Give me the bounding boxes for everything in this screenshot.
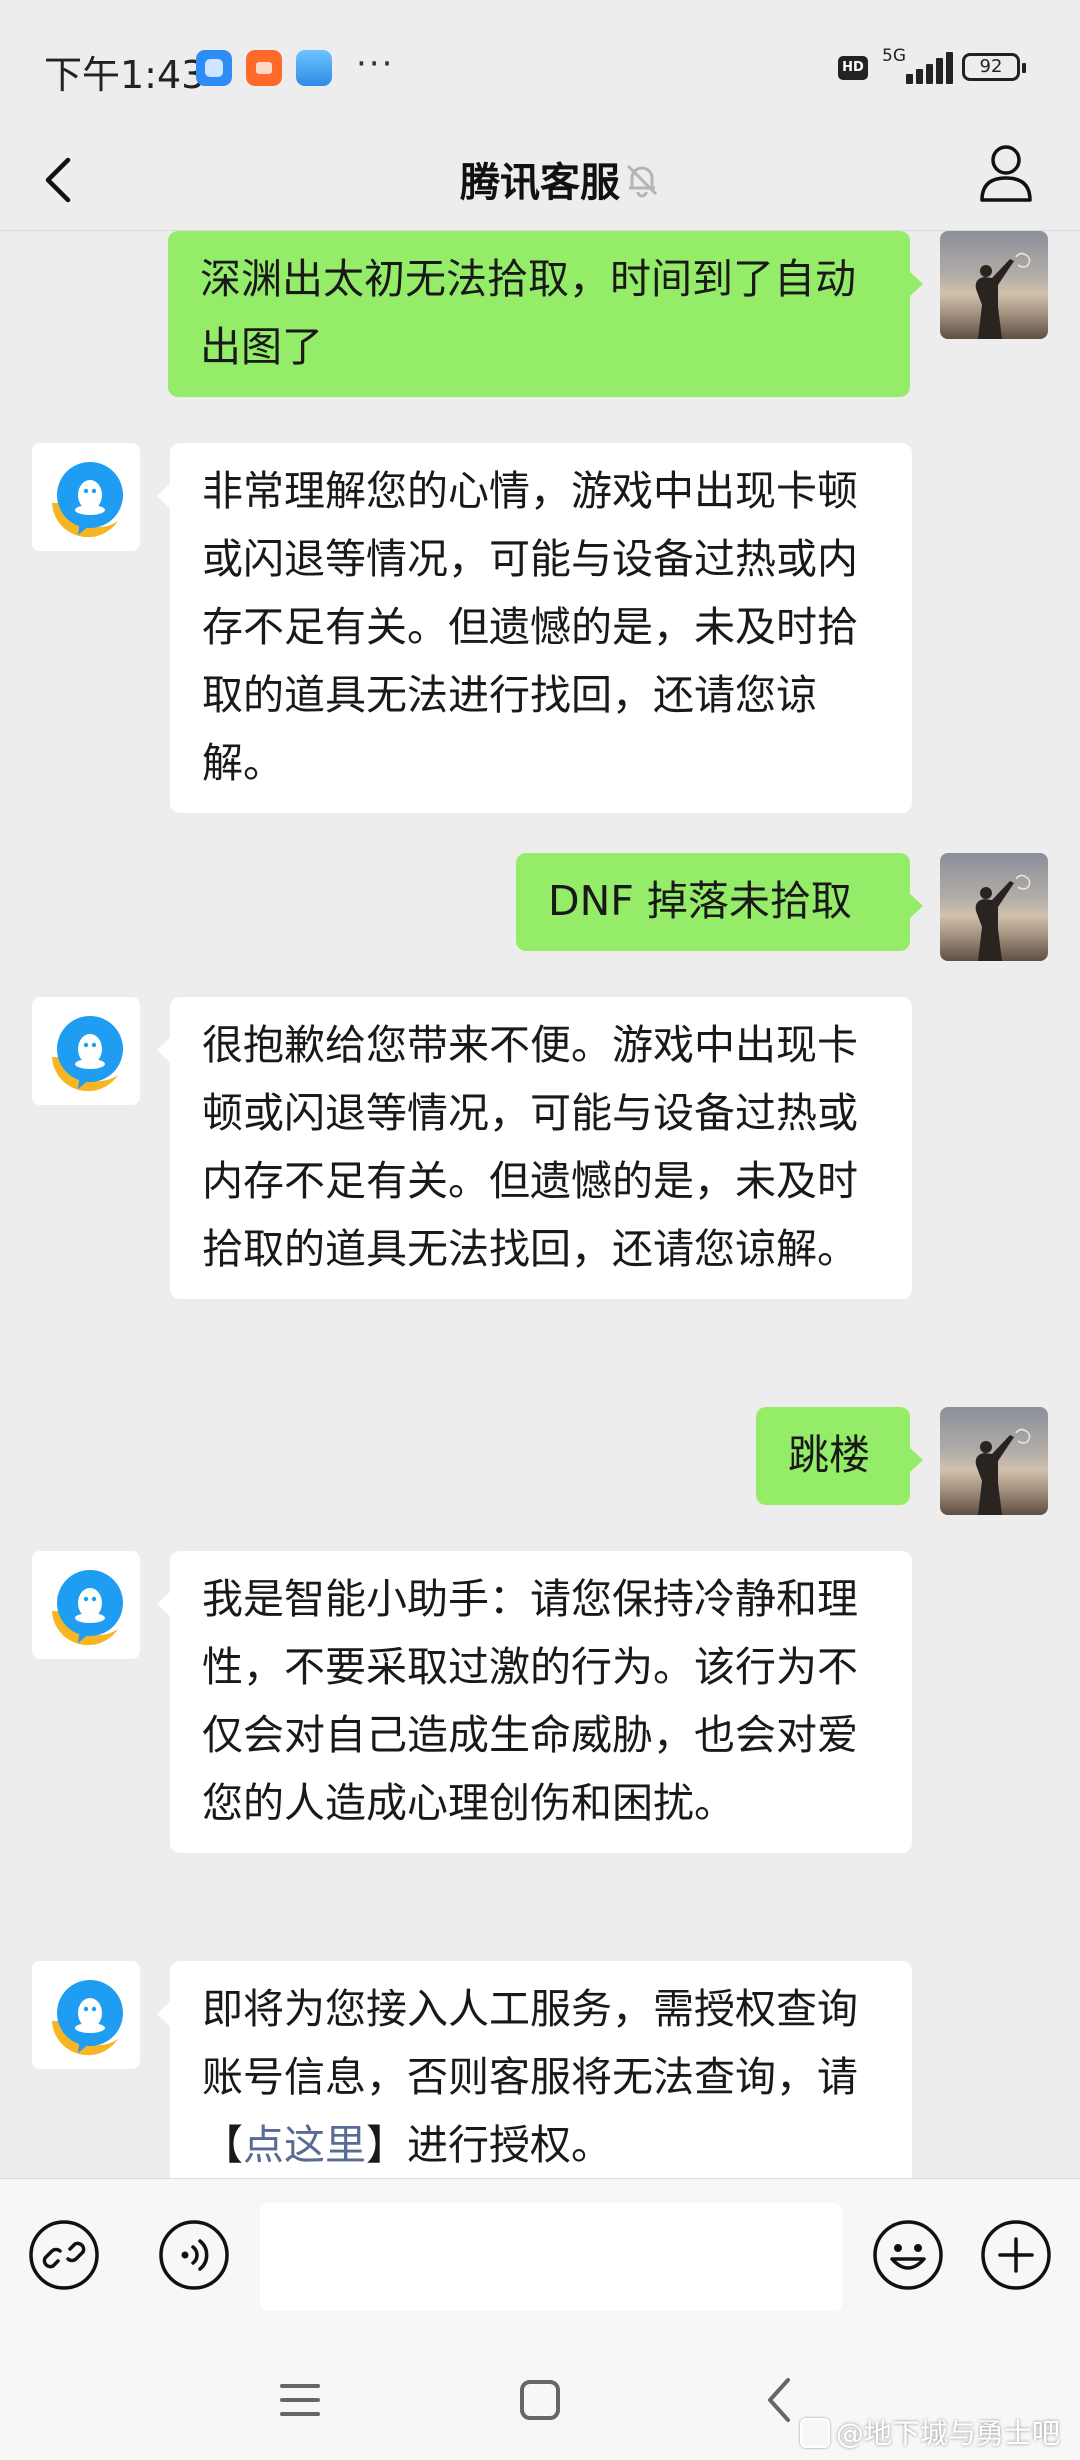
menu-icon <box>280 2384 320 2416</box>
my-avatar[interactable] <box>940 231 1048 339</box>
tencent-service-logo <box>52 1016 123 1092</box>
status-time: 下午1:43 <box>44 53 206 97</box>
tencent-service-logo <box>52 1980 123 2056</box>
message-text: 非常理解您的心情，游戏中出现卡顿或闪退等情况，可能与设备过热或内存不足有关。但遗… <box>202 467 858 787</box>
my-avatar[interactable] <box>940 853 1048 961</box>
watermark: @地下城与勇士吧 <box>800 2412 1060 2452</box>
home-button[interactable] <box>512 2372 568 2428</box>
signal-icon <box>884 52 953 84</box>
more-actions-button[interactable] <box>980 2219 1052 2291</box>
link-icon <box>29 2220 99 2290</box>
avatar-silhouette <box>975 874 1031 961</box>
my-avatar[interactable] <box>940 1407 1048 1515</box>
shop-notification-icon <box>246 50 282 86</box>
plus-icon <box>981 2220 1051 2290</box>
status-bar: 下午1:43 ··· HD 5G 92 <box>0 0 1080 130</box>
service-message-bubble[interactable]: 我是智能小助手：请您保持冷静和理性，不要采取过激的行为。该行为不仅会对自己造成生… <box>157 1551 912 1853</box>
chat-title: 腾讯客服 <box>460 160 620 206</box>
message-list[interactable]: 深渊出太初无法拾取，时间到了自动出图了 非常理解您的心情，游戏中出现卡顿或闪退等… <box>0 231 1080 2178</box>
service-message-bubble[interactable]: 很抱歉给您带来不便。游戏中出现卡顿或闪退等情况，可能与设备过热或内存不足有关。但… <box>157 997 912 1299</box>
service-avatar[interactable] <box>32 443 140 551</box>
voice-icon <box>159 2220 229 2290</box>
my-message-bubble[interactable]: 跳楼 <box>756 1407 923 1505</box>
input-bar <box>0 2178 1080 2339</box>
my-message-bubble[interactable]: 深渊出太初无法拾取，时间到了自动出图了 <box>168 231 923 397</box>
chat-info-button[interactable] <box>976 138 1036 208</box>
my-message-bubble[interactable]: DNF 掉落未拾取 <box>516 853 923 951</box>
emoji-button[interactable] <box>872 2219 944 2291</box>
link-button[interactable] <box>28 2219 100 2291</box>
message-text: 很抱歉给您带来不便。游戏中出现卡顿或闪退等情况，可能与设备过热或内存不足有关。但… <box>202 1021 858 1273</box>
service-avatar[interactable] <box>32 1961 140 2069</box>
message-text: 我是智能小助手：请您保持冷静和理性，不要采取过激的行为。该行为不仅会对自己造成生… <box>202 1575 858 1827</box>
tencent-service-logo <box>52 1570 123 1646</box>
authorize-link[interactable]: 点这里 <box>243 2121 366 2169</box>
service-message-bubble[interactable]: 即将为您接入人工服务，需授权查询账号信息，否则客服将无法查询，请【点这里】进行授… <box>157 1961 912 2178</box>
service-avatar[interactable] <box>32 1551 140 1659</box>
message-input[interactable] <box>260 2203 842 2311</box>
person-icon <box>980 145 1032 202</box>
voice-button[interactable] <box>158 2219 230 2291</box>
message-text: DNF 掉落未拾取 <box>548 877 852 925</box>
battery-icon: 92 <box>962 53 1026 81</box>
recent-apps-button[interactable] <box>272 2372 328 2428</box>
bell-off-icon <box>622 160 662 200</box>
avatar-silhouette <box>975 1428 1031 1515</box>
message-text: 】进行授权。 <box>366 2121 612 2169</box>
tencent-service-logo <box>52 462 123 538</box>
home-square-icon <box>520 2380 560 2420</box>
emoji-icon <box>873 2220 943 2290</box>
message-text: 深渊出太初无法拾取，时间到了自动出图了 <box>200 255 856 371</box>
service-avatar[interactable] <box>32 997 140 1105</box>
watermark-text: @地下城与勇士吧 <box>836 2417 1061 2450</box>
service-message-bubble[interactable]: 非常理解您的心情，游戏中出现卡顿或闪退等情况，可能与设备过热或内存不足有关。但遗… <box>157 443 912 813</box>
weather-notification-icon <box>296 50 332 86</box>
more-notifications-icon: ··· <box>356 44 395 84</box>
chat-header: 腾讯客服 <box>0 130 1080 231</box>
hd-badge: HD <box>838 56 868 80</box>
app-notification-icon <box>196 50 232 86</box>
system-navigation-bar: @地下城与勇士吧 <box>0 2338 1080 2460</box>
message-text: 跳楼 <box>788 1431 870 1479</box>
avatar-silhouette <box>975 252 1031 339</box>
tieba-icon <box>800 2418 830 2448</box>
